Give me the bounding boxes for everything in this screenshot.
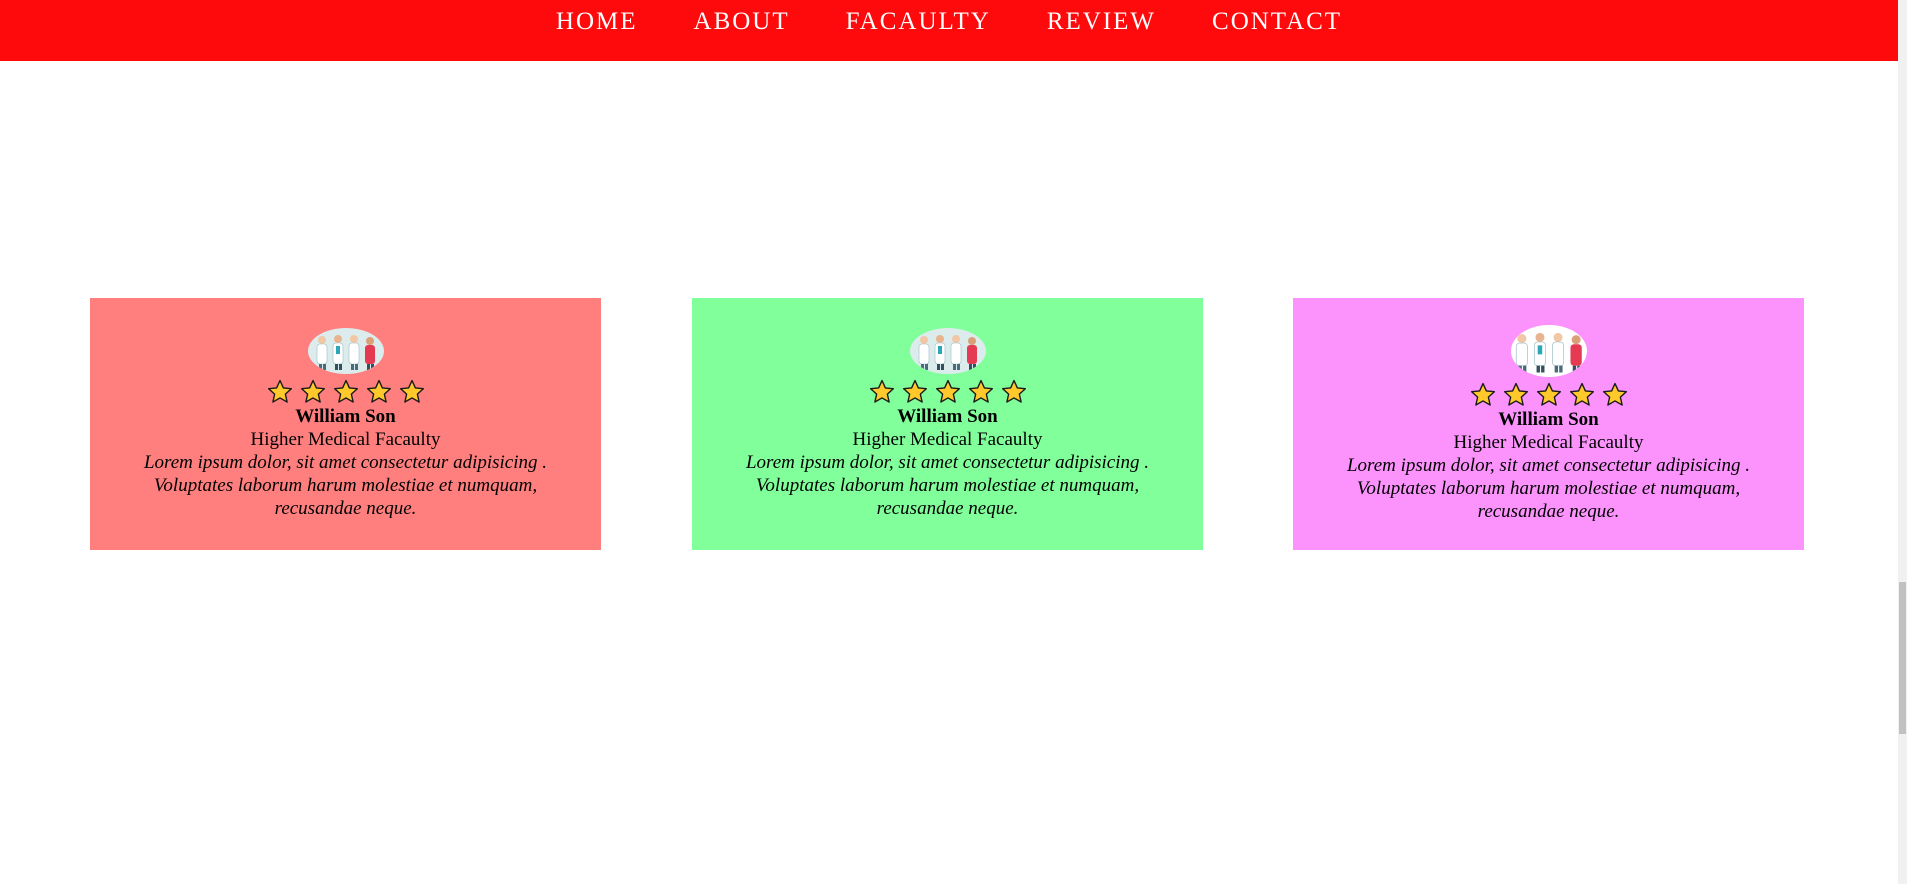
star-icon [1568, 381, 1596, 409]
reviewer-name: William Son [1498, 409, 1599, 430]
top-navbar: HOME ABOUT FACAULTY REVIEW CONTACT [0, 0, 1898, 61]
nav-item-home: HOME [556, 8, 638, 36]
vertical-scrollbar[interactable] [1898, 0, 1907, 884]
nav-link-facaulty[interactable]: FACAULTY [846, 8, 991, 35]
doctors-avatar [307, 328, 384, 374]
nav-item-review: REVIEW [1047, 8, 1156, 36]
reviewer-role: Higher Medical Facaulty [250, 429, 441, 450]
star-icon [901, 378, 929, 406]
star-icon [1502, 381, 1530, 409]
doctors-avatar [909, 328, 986, 374]
star-icon [398, 378, 426, 406]
star-rating [868, 378, 1028, 406]
star-rating [266, 378, 426, 406]
reviewer-name: William Son [295, 406, 396, 427]
review-card: William Son Higher Medical Facaulty Lore… [692, 298, 1203, 550]
nav-item-facaulty: FACAULTY [846, 8, 991, 36]
nav-link-home[interactable]: HOME [556, 8, 638, 35]
star-icon [332, 378, 360, 406]
reviewer-role: Higher Medical Facaulty [1453, 432, 1644, 453]
reviewer-name: William Son [897, 406, 998, 427]
star-icon [1601, 381, 1629, 409]
scrollbar-thumb[interactable] [1899, 582, 1906, 734]
review-text: Lorem ipsum dolor, sit amet consectetur … [1346, 455, 1751, 522]
doctors-avatar [1510, 325, 1587, 377]
nav-item-contact: CONTACT [1212, 8, 1342, 36]
star-icon [365, 378, 393, 406]
review-card: William Son Higher Medical Facaulty Lore… [90, 298, 601, 550]
star-icon [299, 378, 327, 406]
star-icon [934, 378, 962, 406]
star-icon [266, 378, 294, 406]
star-icon [868, 378, 896, 406]
star-icon [967, 378, 995, 406]
nav-link-review[interactable]: REVIEW [1047, 8, 1156, 35]
nav-link-contact[interactable]: CONTACT [1212, 8, 1342, 35]
review-card: William Son Higher Medical Facaulty Lore… [1293, 298, 1804, 550]
nav-item-about: ABOUT [694, 8, 790, 36]
review-text: Lorem ipsum dolor, sit amet consectetur … [143, 452, 548, 519]
star-icon [1469, 381, 1497, 409]
review-text: Lorem ipsum dolor, sit amet consectetur … [745, 452, 1150, 519]
star-icon [1535, 381, 1563, 409]
star-rating [1469, 381, 1629, 409]
nav-menu: HOME ABOUT FACAULTY REVIEW CONTACT [0, 0, 1898, 44]
nav-link-about[interactable]: ABOUT [694, 8, 790, 35]
reviewer-role: Higher Medical Facaulty [852, 429, 1043, 450]
star-icon [1000, 378, 1028, 406]
